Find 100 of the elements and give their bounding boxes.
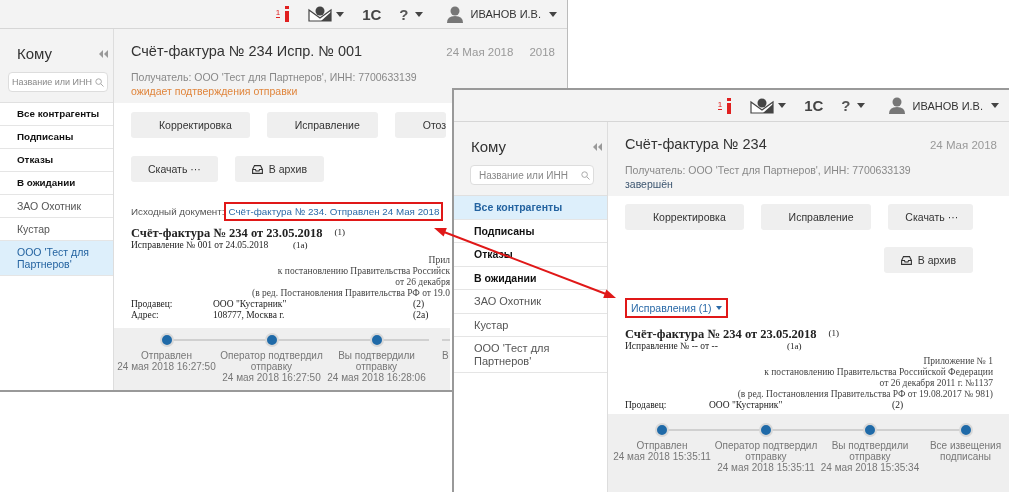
field-label: Продавец: [625,400,668,411]
action-button[interactable]: Исправление [266,112,378,138]
action-button[interactable]: Корректировка [625,204,744,230]
sidebar-title: Кому [17,45,53,62]
appendix-line: Прил [427,255,450,266]
invoice-heading: Счёт-фактура № 234 от 23.05.2018 [625,328,817,341]
inbox-icon [900,255,912,265]
footnote-mark: (1) [828,328,840,340]
mail-menu-button[interactable] [750,97,787,114]
step-time: 24 мая 2018 15:35:34 [820,462,920,473]
search-field[interactable]: Название или ИНН [8,72,108,92]
sidebar-item[interactable]: В ожидании [0,172,113,195]
search-field[interactable]: Название или ИНН [470,165,594,185]
appendix-line: к постановлению Правительства Российск [276,266,450,277]
user-icon [446,5,463,23]
footnote-mark: (1а) [293,240,308,251]
help-menu-button[interactable]: ? [841,97,865,114]
action-button[interactable]: Скачать ··· [131,156,218,182]
sidebar-item[interactable]: ЗАО Охотник [0,195,113,218]
date-label: 24 Мая 2018 [929,139,997,151]
notification-button[interactable]: 1 [717,97,733,114]
correction-line: Исправление № -- от -- [625,341,719,352]
sidebar-title: Кому [471,138,507,155]
step-time: 24 мая 2018 16:27:50 [117,361,216,372]
sidebar-item[interactable]: В ожидании [454,266,607,290]
appendix-line: от 26 декабря [394,277,450,288]
search-icon [581,171,590,180]
appendix-line: от 26 декабря 2011 г. №1137 [878,378,993,389]
step-time: 24 мая 2018 16:27:50 [222,372,321,383]
caret-icon [715,306,722,310]
step-label: Отправлен [636,440,688,451]
status-text: ожидает подтверждения отправки [131,85,299,97]
status-text: завершён [625,178,674,190]
action-button[interactable]: Скачать ··· [888,204,973,230]
footnote-mark: (2) [413,299,425,310]
step-label: Вы подтвердили отправку [338,350,415,372]
footnote-mark: (1) [334,227,346,239]
appendix-line: Приложение № 1 [922,356,993,367]
sidebar-item[interactable]: ООО 'Тест для Партнеров' [0,241,113,276]
correction-line: Исправление № 001 от 24.05.2018 [131,240,270,251]
collapse-icon[interactable] [99,49,108,58]
logo[interactable]: 1С [362,5,382,23]
sidebar-item[interactable]: Кустар [454,313,607,337]
step-time: 24 мая 2018 15:35:11 [717,462,815,473]
help-menu-button[interactable]: ? [399,5,423,23]
notification-button[interactable]: 1 [275,6,291,22]
sidebar-item[interactable]: Отказы [0,149,113,172]
caret-icon [856,103,865,108]
step-label: Оператор подтвердил отправку [219,350,324,372]
footnote-mark: (2а) [413,310,429,321]
appendix-line: (в ред. Постановления Правительства РФ от 19.0 [251,288,450,299]
caret-icon [414,11,423,17]
step-label: Вы подтвердили отправку [831,440,909,462]
logo[interactable]: 1С [804,97,824,114]
recipient-text: Получатель: ООО 'Тест для Партнеров', ИНН: 7700633139 [131,71,418,83]
document-title: Счёт-фактура № 234 [625,136,767,152]
field-value: ООО "Кустарник" [709,400,784,411]
field-value: ООО "Кустарник" [213,299,288,310]
sidebar-item[interactable]: Подписаны [454,219,607,243]
step-time: 24 мая 2018 15:35:11 [613,451,711,462]
appendix-line: к постановлению Правительства Российской Федерации [763,367,993,378]
envelope-person-icon [308,6,333,22]
invoice-heading: Счёт-фактура № 234 от 23.05.2018 [131,227,323,240]
recipient-text: Получатель: ООО 'Тест для Партнеров', ИНН: 7700633139 [625,164,912,176]
caret-icon [778,103,787,108]
user-menu-button[interactable]: ИВАНОВ И.В. [446,5,557,23]
collapse-icon[interactable] [593,142,602,151]
step-label: Отправлен [141,350,192,361]
caret-icon [991,103,999,108]
field-value: 108777, Москва г. [213,310,286,321]
date-label: 2018 [529,46,555,58]
caret-icon [549,11,557,17]
action-button[interactable]: Исправление [760,204,872,230]
source-document-label: Исходный документ: [131,206,225,217]
step-label: В [442,350,449,361]
exclamation-icon [726,97,733,114]
footnote-mark: (1а) [787,341,802,352]
caret-icon [336,11,345,17]
mail-menu-button[interactable] [308,6,345,22]
user-icon [888,97,905,114]
envelope-person-icon [750,97,775,114]
sidebar-item[interactable]: Все контрагенты [454,196,607,220]
footnote-mark: (2) [892,400,904,411]
archive-button[interactable]: В архив [234,156,324,182]
sidebar-item[interactable]: ООО 'Тест для Партнеров' [454,337,607,373]
inbox-icon [251,164,263,174]
user-menu-button[interactable]: ИВАНОВ И.В. [888,97,999,114]
document-title: Счёт-фактура № 234 Испр. № 001 [131,43,363,59]
sidebar-item[interactable]: Подписаны [0,126,113,149]
corrections-dropdown[interactable]: Исправления (1) [629,302,724,314]
step-label: Оператор подтвердил отправку [714,440,818,462]
step-label: Все извещения подписаны [928,440,1003,462]
action-button[interactable]: Отоз [394,112,447,138]
sidebar-item[interactable]: Все контрагенты [0,103,113,126]
source-document-link[interactable]: Счёт-фактура № 234. Отправлен 24 Мая 2018 [228,206,440,217]
action-button[interactable]: Корректировка [131,112,250,138]
date-label: 24 Мая 2018 [446,46,514,58]
exclamation-icon [284,6,291,22]
archive-button[interactable]: В архив [883,247,973,273]
search-icon [95,78,104,87]
